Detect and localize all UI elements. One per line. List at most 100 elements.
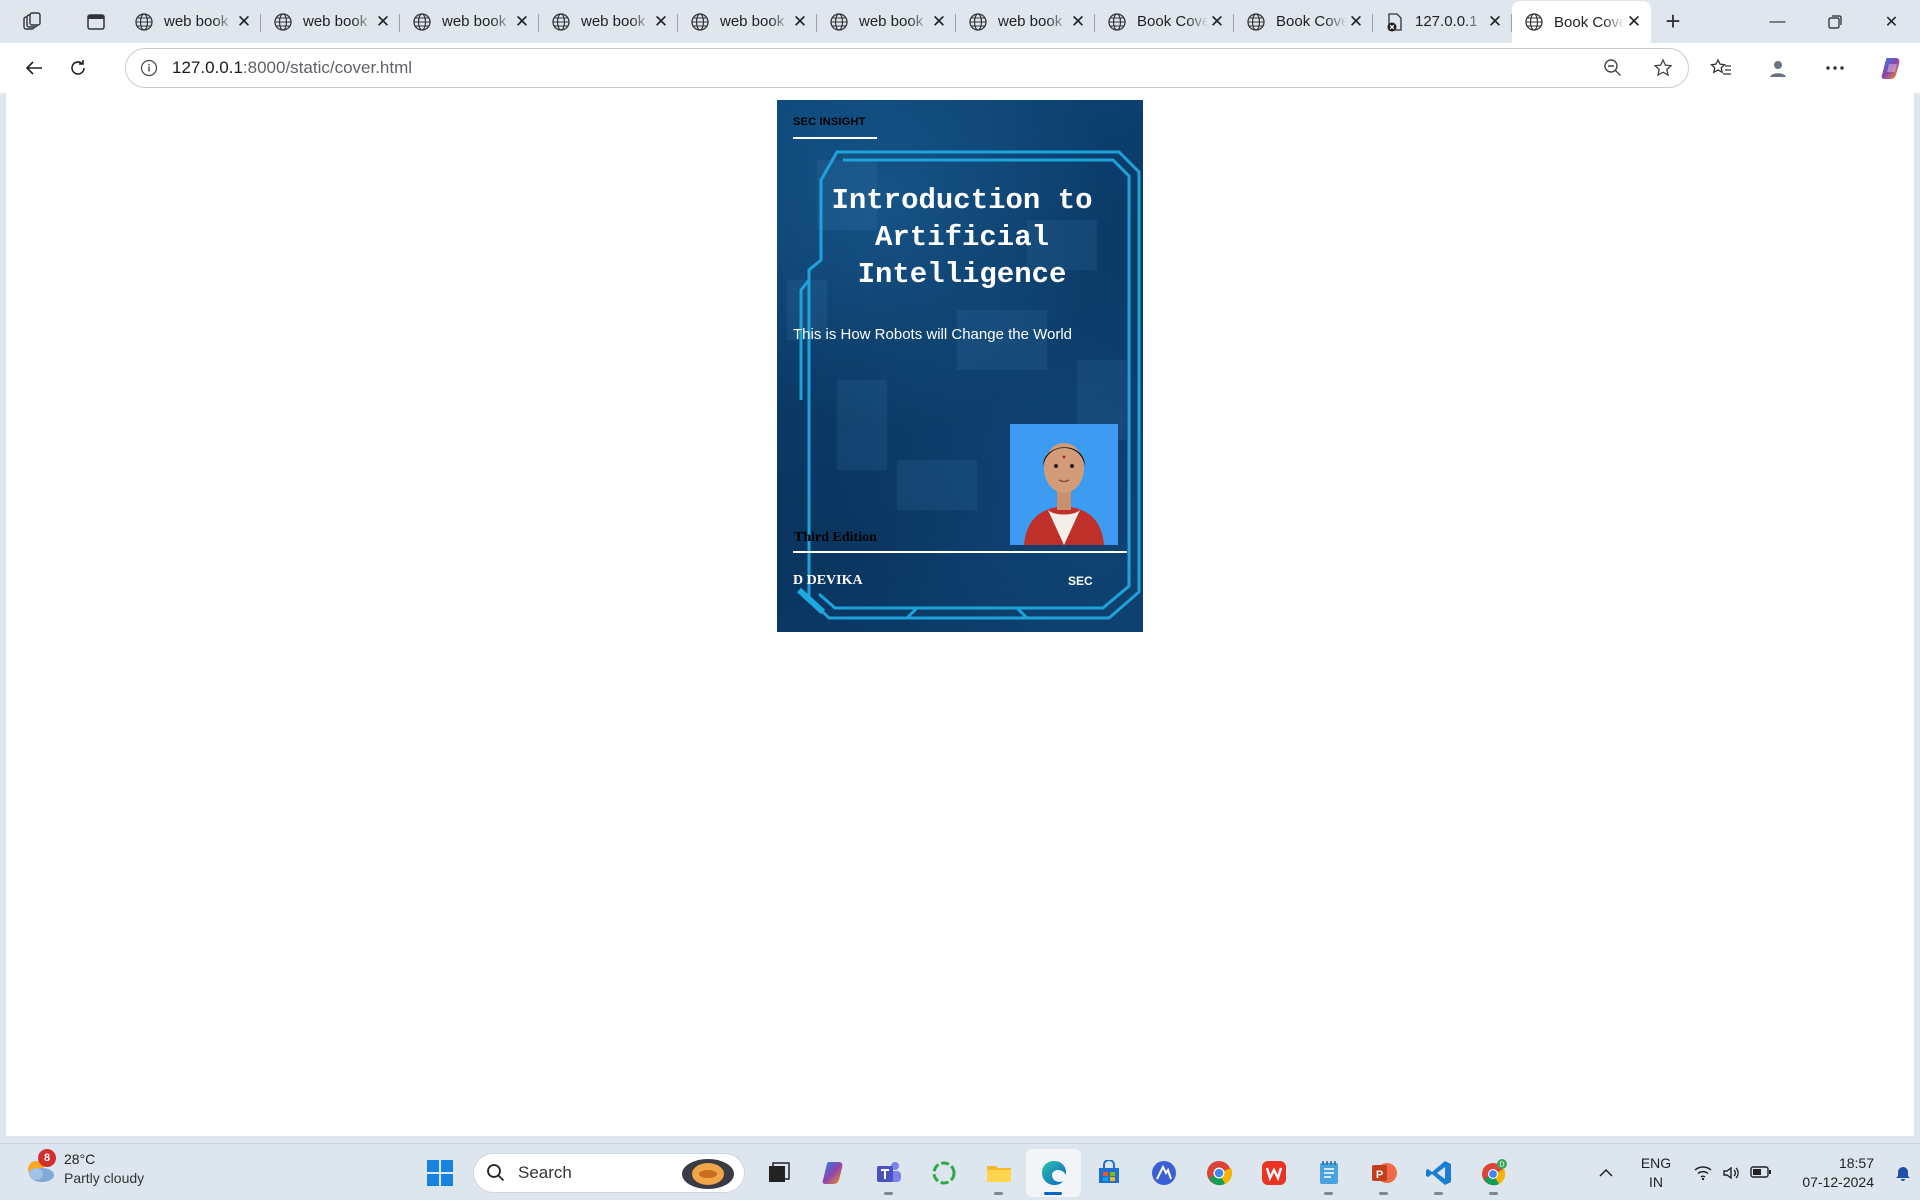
close-tab-icon[interactable]: ✕ — [235, 12, 253, 32]
brand-underline — [793, 137, 877, 139]
back-button[interactable] — [12, 48, 56, 88]
tab-title: Book Cover — [1554, 13, 1625, 31]
favorite-star-icon[interactable] — [1638, 58, 1688, 78]
minimize-icon[interactable]: — — [1749, 0, 1806, 43]
file-explorer-icon[interactable] — [971, 1149, 1026, 1197]
tab[interactable]: 127.0.0.1 ✕ — [1373, 4, 1512, 40]
task-view-icon[interactable] — [751, 1149, 806, 1197]
globe-icon — [829, 12, 849, 32]
close-tab-icon[interactable]: ✕ — [1069, 12, 1087, 32]
weather-badge: 8 — [38, 1149, 56, 1167]
close-tab-icon[interactable]: ✕ — [930, 12, 948, 32]
close-tab-icon[interactable]: ✕ — [1208, 12, 1226, 32]
book-subtitle: This is How Robots will Change the World — [793, 326, 1073, 343]
tab[interactable]: web book ✕ — [122, 4, 261, 40]
tab[interactable]: web book ✕ — [678, 4, 817, 40]
tab-title: web book — [998, 13, 1063, 30]
chrome-icon[interactable] — [1191, 1149, 1246, 1197]
tab[interactable]: web book ✕ — [817, 4, 956, 40]
profile-icon[interactable] — [1749, 58, 1806, 78]
more-menu-icon[interactable] — [1806, 65, 1863, 71]
tab-title: Book Cover — [1276, 13, 1347, 30]
globe-icon — [551, 12, 571, 32]
svg-text:P: P — [1375, 1169, 1382, 1181]
brand-label: SEC INSIGHT — [793, 116, 866, 128]
globe-icon — [273, 12, 293, 32]
globe-icon — [1524, 12, 1544, 32]
address-bar[interactable]: 127.0.0.1:8000/static/cover.html — [125, 48, 1689, 88]
copilot-app-icon[interactable] — [806, 1149, 861, 1197]
close-tab-icon[interactable]: ✕ — [791, 12, 809, 32]
tab-title: web book — [164, 13, 229, 30]
close-window-icon[interactable]: ✕ — [1863, 0, 1920, 43]
tab[interactable]: web book ✕ — [400, 4, 539, 40]
footer-divider — [793, 551, 1127, 553]
workspaces-icon[interactable] — [12, 4, 52, 40]
powerpoint-icon[interactable]: P — [1356, 1149, 1411, 1197]
close-tab-icon[interactable]: ✕ — [1625, 12, 1643, 32]
restore-icon[interactable] — [1806, 0, 1863, 43]
reload-button[interactable] — [56, 48, 100, 88]
chrome-profile-icon[interactable]: D — [1466, 1149, 1521, 1197]
chevron-up-icon[interactable] — [1588, 1168, 1624, 1178]
close-tab-icon[interactable]: ✕ — [652, 12, 670, 32]
close-tab-icon[interactable]: ✕ — [513, 12, 531, 32]
start-button[interactable] — [412, 1149, 467, 1197]
site-info-icon[interactable] — [126, 59, 172, 77]
search-label: Search — [518, 1162, 572, 1182]
tab-strip: web book ✕ web book ✕ web book ✕ web book ✕ web … — [0, 0, 1920, 43]
author-name: D DEVIKA — [793, 573, 863, 588]
url-path: :8000/static/cover.html — [242, 58, 413, 77]
affinity-icon[interactable] — [1136, 1149, 1191, 1197]
close-tab-icon[interactable]: ✕ — [374, 12, 392, 32]
notification-bell-icon[interactable] — [1886, 1164, 1920, 1182]
url-host: 127.0.0.1 — [172, 58, 243, 77]
region-code: IN — [1649, 1173, 1663, 1190]
taskbar: 8 28°C Partly cloudy Search P D ENG IN 1… — [0, 1143, 1920, 1200]
globe-icon — [412, 12, 432, 32]
vertical-tabs-icon[interactable] — [76, 4, 116, 40]
language-indicator[interactable]: ENG IN — [1624, 1154, 1688, 1192]
globe-icon — [690, 12, 710, 32]
tab[interactable]: web book ✕ — [956, 4, 1095, 40]
wps-icon[interactable] — [1246, 1149, 1301, 1197]
tab-title: web book — [303, 13, 368, 30]
close-tab-icon[interactable]: ✕ — [1486, 12, 1504, 32]
tab[interactable]: web book ✕ — [539, 4, 678, 40]
refresh-app-icon[interactable] — [916, 1149, 971, 1197]
tab-title: web book — [720, 13, 785, 30]
tab[interactable]: Book Cover ✕ — [1095, 4, 1234, 40]
close-tab-icon[interactable]: ✕ — [1347, 12, 1365, 32]
url-text[interactable]: 127.0.0.1:8000/static/cover.html — [172, 58, 1588, 78]
weather-widget[interactable]: 8 28°C Partly cloudy — [22, 1149, 145, 1188]
edition-label: Third Edition — [794, 530, 877, 545]
publisher-label: SEC — [1068, 574, 1093, 588]
new-tab-button[interactable]: + — [1651, 4, 1695, 40]
weather-temp: 28°C — [64, 1151, 96, 1167]
tab[interactable]: web book ✕ — [261, 4, 400, 40]
edge-icon[interactable] — [1026, 1148, 1081, 1197]
weather-icon: 8 — [22, 1149, 58, 1187]
quick-settings[interactable] — [1688, 1165, 1778, 1181]
clock[interactable]: 18:57 07-12-2024 — [1778, 1154, 1874, 1192]
copilot-icon[interactable] — [1863, 55, 1920, 81]
search-icon — [487, 1163, 505, 1181]
tab-title: web book — [581, 13, 646, 30]
tab[interactable]: Book Cover ✕ — [1234, 4, 1373, 40]
taskbar-search[interactable]: Search — [473, 1152, 745, 1193]
vscode-icon[interactable] — [1411, 1149, 1466, 1197]
volume-icon — [1723, 1166, 1739, 1179]
favorites-icon[interactable] — [1692, 58, 1749, 78]
page-viewport: SEC INSIGHT Introduction to Artificial I… — [6, 93, 1914, 1136]
store-icon[interactable] — [1081, 1149, 1136, 1197]
tab-active[interactable]: Book Cover ✕ — [1512, 1, 1651, 43]
notepad-icon[interactable] — [1301, 1149, 1356, 1197]
system-tray: ENG IN 18:57 07-12-2024 — [1588, 1144, 1920, 1200]
tab-title: web book — [442, 13, 507, 30]
weather-condition: Partly cloudy — [64, 1170, 145, 1186]
navigation-bar: 127.0.0.1:8000/static/cover.html — [0, 43, 1920, 93]
teams-icon[interactable] — [861, 1149, 916, 1197]
svg-text:D: D — [1499, 1161, 1504, 1168]
book-cover: SEC INSIGHT Introduction to Artificial I… — [777, 100, 1143, 632]
zoom-out-icon[interactable] — [1588, 58, 1638, 78]
